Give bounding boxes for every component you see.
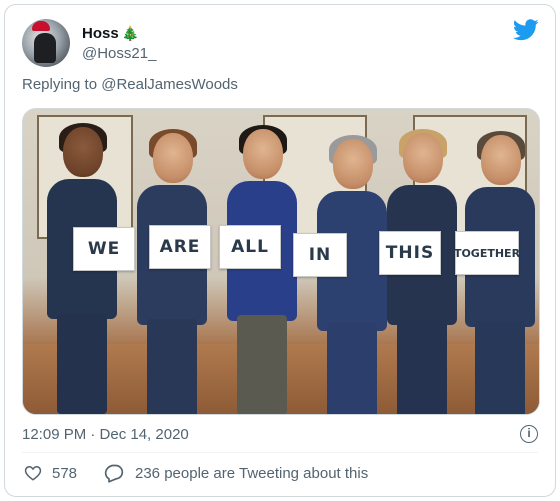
twitter-bird-icon[interactable] [513,19,539,41]
head-shape [63,127,103,177]
author-name[interactable]: Hoss 🎄 [82,25,139,42]
scrubs-pants [327,323,377,414]
heart-icon[interactable] [24,464,42,482]
sign-are: ARE [149,225,211,269]
head-shape [403,133,443,183]
info-icon[interactable]: i [520,425,538,443]
avatar[interactable] [22,19,70,67]
author-name-text: Hoss [82,25,119,42]
christmas-tree-icon: 🎄 [121,25,140,41]
replying-to-line: Replying to @RealJamesWoods [22,76,238,93]
replying-prefix: Replying to [22,76,102,93]
scrubs-pants [397,319,447,414]
head-shape [243,129,283,179]
sign-all: ALL [219,225,281,269]
sign-in: IN [293,233,347,277]
santa-hat-shape [32,21,50,31]
scrubs-pants [57,314,107,414]
sign-together: TOGETHER [454,231,520,275]
scrubs-pants [475,321,525,414]
like-count[interactable]: 578 [52,465,77,482]
avatar-figure-shape [34,33,56,63]
author-handle[interactable]: @Hoss21_ [82,45,156,62]
tweet-card: Hoss 🎄 @Hoss21_ Replying to @RealJamesWoo… [4,4,556,497]
tweeting-about-link[interactable]: 236 people are Tweeting about this [135,465,368,482]
tweet-photo[interactable]: WE ARE ALL IN THIS TOGETHER [22,108,540,415]
head-shape [481,135,521,185]
reply-mention-link[interactable]: @RealJamesWoods [101,76,238,93]
pants [237,315,287,414]
head-shape [333,139,373,189]
scrubs-pants [147,319,197,414]
sign-we: WE [73,227,135,271]
head-shape [153,133,193,183]
divider [22,452,538,453]
sign-this: THIS [379,231,441,275]
reply-bubble-icon[interactable] [104,463,124,483]
tweet-timestamp[interactable]: 12:09 PM · Dec 14, 2020 [22,426,189,443]
